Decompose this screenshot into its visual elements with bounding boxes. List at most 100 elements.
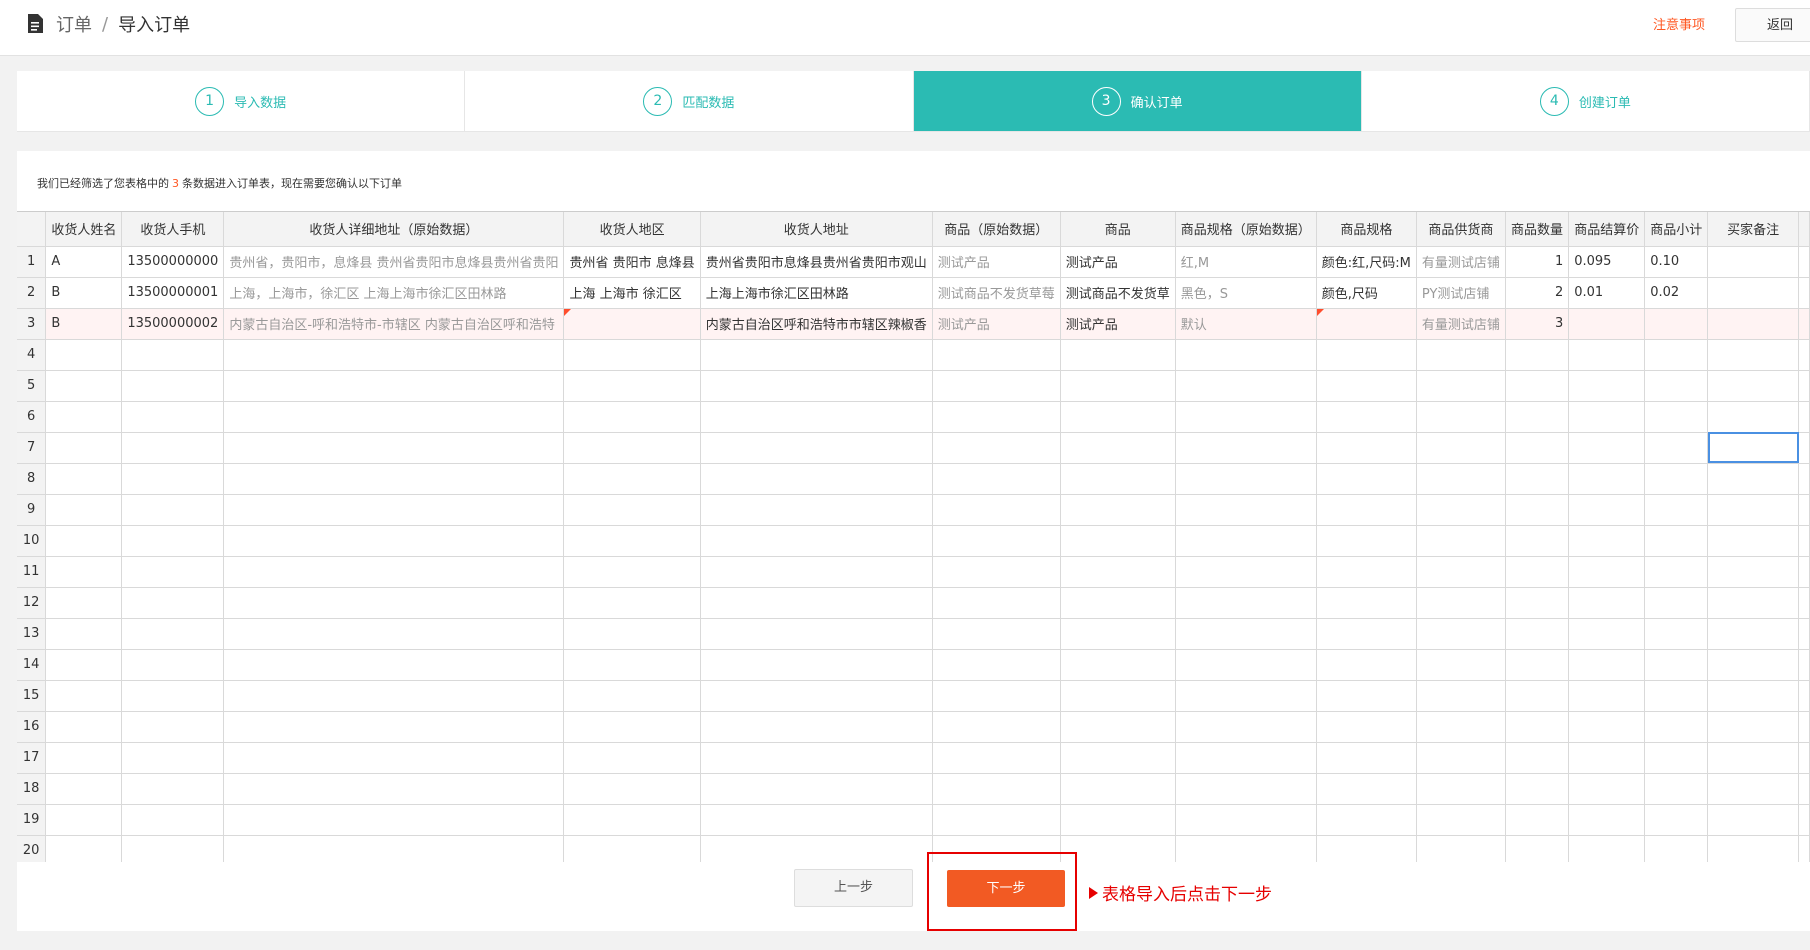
table-cell[interactable] [1568, 742, 1646, 774]
table-cell[interactable] [1707, 680, 1799, 712]
table-cell[interactable]: 13500000000 [121, 246, 225, 278]
table-cell[interactable] [932, 618, 1061, 650]
notice-link[interactable]: 注意事项 [1653, 14, 1705, 33]
table-cell[interactable] [563, 680, 701, 712]
table-cell[interactable] [700, 618, 933, 650]
table-cell[interactable] [1568, 339, 1646, 371]
breadcrumb-orders[interactable]: 订单 [56, 11, 92, 37]
row-number[interactable]: 9 [17, 494, 47, 526]
table-cell[interactable] [700, 401, 933, 433]
table-cell[interactable] [1568, 587, 1646, 619]
table-cell[interactable] [223, 556, 565, 588]
table-cell[interactable] [45, 649, 123, 681]
table-cell[interactable] [45, 401, 123, 433]
table-cell[interactable] [563, 773, 701, 805]
table-cell[interactable] [1416, 773, 1506, 805]
table-cell[interactable] [1175, 773, 1317, 805]
table-cell[interactable] [121, 804, 225, 836]
table-cell[interactable] [1568, 711, 1646, 743]
row-number[interactable]: 3 [17, 308, 47, 340]
table-cell[interactable] [700, 680, 933, 712]
table-cell[interactable] [1175, 525, 1317, 557]
table-cell[interactable] [1505, 618, 1570, 650]
table-cell[interactable] [45, 587, 123, 619]
table-cell[interactable] [45, 618, 123, 650]
table-cell[interactable] [563, 432, 701, 464]
table-cell[interactable] [1060, 680, 1176, 712]
table-cell[interactable]: B [45, 277, 123, 309]
column-header[interactable]: 收货人详细地址（原始数据） [223, 212, 565, 247]
table-cell[interactable] [1568, 556, 1646, 588]
table-cell[interactable] [223, 618, 565, 650]
table-cell[interactable] [932, 804, 1061, 836]
table-cell[interactable] [1568, 308, 1646, 340]
table-cell[interactable] [1060, 401, 1176, 433]
table-cell[interactable] [1568, 370, 1646, 402]
table-cell[interactable] [121, 742, 225, 774]
table-cell[interactable] [1416, 711, 1506, 743]
table-cell[interactable] [1707, 277, 1799, 309]
table-cell[interactable] [1505, 494, 1570, 526]
table-cell[interactable]: 测试产品 [1060, 246, 1176, 278]
table-cell[interactable] [1505, 370, 1570, 402]
table-cell[interactable] [1175, 804, 1317, 836]
table-cell[interactable] [1416, 618, 1506, 650]
row-number[interactable]: 8 [17, 463, 47, 495]
table-cell[interactable] [1707, 339, 1799, 371]
table-cell[interactable] [1316, 649, 1417, 681]
table-cell[interactable] [1644, 308, 1709, 340]
table-cell[interactable] [1060, 804, 1176, 836]
row-number[interactable]: 7 [17, 432, 47, 464]
table-cell[interactable] [1644, 680, 1709, 712]
row-number[interactable]: 11 [17, 556, 47, 588]
table-cell[interactable]: 贵州省 贵阳市 息烽县 [563, 246, 701, 278]
table-cell[interactable] [1707, 649, 1799, 681]
row-number[interactable]: 5 [17, 370, 47, 402]
table-cell[interactable] [1060, 649, 1176, 681]
table-cell[interactable] [932, 742, 1061, 774]
table-cell[interactable] [563, 463, 701, 495]
table-cell[interactable] [1060, 773, 1176, 805]
table-cell[interactable] [563, 401, 701, 433]
table-cell[interactable] [1316, 711, 1417, 743]
column-header[interactable]: 商品数量 [1505, 212, 1570, 247]
table-cell[interactable] [1707, 556, 1799, 588]
column-header[interactable]: 商品规格（原始数据） [1175, 212, 1317, 247]
table-cell[interactable] [1060, 525, 1176, 557]
table-cell[interactable] [1416, 556, 1506, 588]
table-cell[interactable] [223, 711, 565, 743]
table-cell[interactable] [1505, 401, 1570, 433]
table-cell[interactable] [1060, 370, 1176, 402]
table-cell[interactable] [1568, 525, 1646, 557]
table-cell[interactable] [932, 680, 1061, 712]
table-cell[interactable] [563, 587, 701, 619]
table-cell[interactable]: 上海，上海市，徐汇区 上海上海市徐汇区田林路 [223, 277, 565, 309]
table-cell[interactable] [1416, 432, 1506, 464]
row-number[interactable]: 19 [17, 804, 47, 836]
table-cell[interactable] [223, 525, 565, 557]
table-cell[interactable] [932, 556, 1061, 588]
row-number[interactable]: 20 [17, 835, 47, 862]
table-cell[interactable] [932, 339, 1061, 371]
column-header[interactable]: 商品规格 [1316, 212, 1417, 247]
table-cell[interactable] [1644, 494, 1709, 526]
table-cell[interactable] [45, 463, 123, 495]
table-cell[interactable] [1060, 711, 1176, 743]
table-cell[interactable]: 红,M [1175, 246, 1317, 278]
table-cell[interactable] [121, 711, 225, 743]
table-cell[interactable] [700, 773, 933, 805]
table-cell[interactable] [121, 835, 225, 862]
table-cell[interactable] [700, 370, 933, 402]
table-cell[interactable] [1175, 742, 1317, 774]
table-cell[interactable] [700, 556, 933, 588]
table-cell[interactable] [1644, 370, 1709, 402]
table-cell[interactable] [1568, 804, 1646, 836]
table-cell[interactable] [223, 835, 565, 862]
table-cell[interactable] [121, 773, 225, 805]
table-cell[interactable] [1568, 494, 1646, 526]
table-cell[interactable] [45, 339, 123, 371]
table-cell[interactable] [700, 494, 933, 526]
table-cell[interactable] [1644, 463, 1709, 495]
table-cell[interactable] [1416, 680, 1506, 712]
table-cell[interactable] [1175, 401, 1317, 433]
